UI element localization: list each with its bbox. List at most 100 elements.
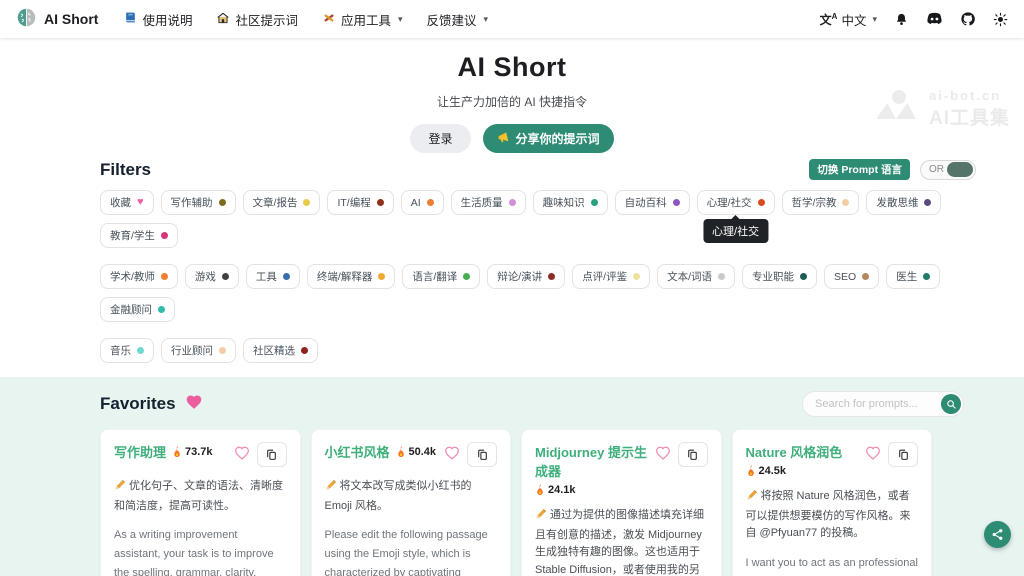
favorite-heart-button[interactable] bbox=[655, 444, 671, 465]
filter-pill[interactable]: 终端/解释器 bbox=[307, 264, 395, 289]
card-description: 将文本改写成类似小红书的 Emoji 风格。 bbox=[325, 478, 498, 515]
nav-item-label: 反馈建议 bbox=[427, 10, 477, 29]
category-color-dot bbox=[378, 273, 385, 280]
card-count: 24.1k bbox=[548, 484, 576, 496]
navbar: AI Short 使用说明 社区提示词 应用工具 ▾ 反馈建议 ▾ bbox=[0, 0, 1024, 38]
nav-item-community[interactable]: 社区提示词 bbox=[216, 10, 298, 29]
brand-name: AI Short bbox=[44, 11, 98, 27]
card-prompt-text: Please edit the following passage using … bbox=[325, 526, 498, 576]
translate-icon: 文A bbox=[820, 11, 838, 28]
category-color-dot bbox=[303, 199, 310, 206]
card-title[interactable]: Nature 风格润色 bbox=[746, 442, 843, 461]
card-title[interactable]: 小红书风格 bbox=[325, 442, 390, 461]
filter-pill[interactable]: 教育/学生 bbox=[100, 223, 178, 248]
nav-item-label: 使用说明 bbox=[142, 10, 192, 29]
filter-pill[interactable]: 行业顾问 bbox=[161, 338, 236, 363]
language-selector[interactable]: 文A 中文 ▾ bbox=[820, 10, 877, 29]
filters-heading: Filters bbox=[100, 160, 151, 180]
prompt-card[interactable]: 写作助理 73.7k 优化句子、文章的语法、清晰度和简洁度，提高可读性。 bbox=[100, 429, 301, 576]
card-prompt-text: As a writing improvement assistant, your… bbox=[114, 526, 287, 576]
filter-pill-label: 专业职能 bbox=[752, 269, 794, 284]
filter-pill[interactable]: 工具 bbox=[246, 264, 300, 289]
nav-item-tools[interactable]: 应用工具 ▾ bbox=[322, 10, 403, 29]
filter-pill[interactable]: 语言/翻译 bbox=[402, 264, 480, 289]
category-color-dot bbox=[842, 199, 849, 206]
copy-icon bbox=[476, 448, 489, 461]
copy-button[interactable] bbox=[467, 442, 497, 467]
discord-icon[interactable] bbox=[926, 12, 943, 26]
filter-pill[interactable]: 金融顾问 bbox=[100, 297, 175, 322]
prompt-card[interactable]: Midjourney 提示生成器 24.1k 通过为提供的图像描述填充详细且有创… bbox=[521, 429, 722, 576]
copy-button[interactable] bbox=[678, 442, 708, 467]
theme-sun-icon[interactable] bbox=[993, 12, 1008, 27]
filter-pill[interactable]: 写作辅助 bbox=[161, 190, 236, 215]
filter-pill-label: 收藏 bbox=[110, 195, 131, 210]
filter-pill-label: 教育/学生 bbox=[110, 228, 155, 243]
filter-pill-label: 医生 bbox=[896, 269, 917, 284]
login-button[interactable]: 登录 bbox=[410, 124, 470, 153]
filter-pill[interactable]: 发散思维 bbox=[866, 190, 941, 215]
filter-pill-label: 金融顾问 bbox=[110, 302, 152, 317]
filter-pill[interactable]: 收藏 ♥ bbox=[100, 190, 154, 215]
category-color-dot bbox=[427, 199, 434, 206]
filter-pill[interactable]: 社区精选 bbox=[243, 338, 318, 363]
filter-pill[interactable]: 专业职能 bbox=[742, 264, 817, 289]
chevron-down-icon: ▾ bbox=[484, 14, 489, 25]
filter-pill[interactable]: 生活质量 bbox=[451, 190, 526, 215]
card-title[interactable]: 写作助理 bbox=[114, 442, 166, 461]
copy-icon bbox=[265, 448, 278, 461]
filter-pill[interactable]: AI bbox=[401, 190, 444, 215]
filter-pill[interactable]: 学术/教师 bbox=[100, 264, 178, 289]
category-color-dot bbox=[463, 273, 470, 280]
filter-pill[interactable]: 点评/评鉴 bbox=[572, 264, 650, 289]
favorites-heading-text: Favorites bbox=[100, 394, 176, 414]
copy-button[interactable] bbox=[888, 442, 918, 467]
category-color-dot bbox=[718, 273, 725, 280]
filter-pill-label: 写作辅助 bbox=[171, 195, 213, 210]
filter-pill[interactable]: 辩论/演讲 bbox=[487, 264, 565, 289]
prompt-card[interactable]: Nature 风格润色 24.5k 将按照 Nature 风格润色，或者可以提供… bbox=[732, 429, 933, 576]
filter-pill[interactable]: IT/编程 bbox=[327, 190, 393, 215]
filters-section: Filters 切换 Prompt 语言 OR 收藏 ♥ 写作辅助 文章/报告IT/编… bbox=[100, 159, 976, 363]
chevron-down-icon: ▾ bbox=[398, 14, 403, 25]
filter-pill-label: 趣味知识 bbox=[543, 195, 585, 210]
prompt-card-grid: 写作助理 73.7k 优化句子、文章的语法、清晰度和简洁度，提高可读性。 bbox=[100, 429, 932, 576]
floating-share-button[interactable] bbox=[984, 521, 1011, 548]
chevron-down-icon: ▾ bbox=[872, 14, 877, 25]
copy-button[interactable] bbox=[257, 442, 287, 467]
or-logic-toggle[interactable]: OR bbox=[920, 160, 976, 180]
nav-item-feedback[interactable]: 反馈建议 ▾ bbox=[427, 10, 489, 29]
filter-pill[interactable]: 趣味知识 bbox=[533, 190, 608, 215]
search-input[interactable] bbox=[802, 391, 964, 417]
filter-pill[interactable]: 音乐 bbox=[100, 338, 154, 363]
filter-pill[interactable]: 心理/社交心理/社交 bbox=[697, 190, 775, 215]
nav-item-docs[interactable]: 使用说明 bbox=[124, 10, 192, 29]
prompt-card[interactable]: 小红书风格 50.4k 将文本改写成类似小红书的 Emoji 风格。 Pl bbox=[311, 429, 512, 576]
favorite-heart-button[interactable] bbox=[444, 444, 460, 465]
toggle-prompt-language-button[interactable]: 切换 Prompt 语言 bbox=[809, 159, 910, 180]
filter-pill[interactable]: 游戏 bbox=[185, 264, 239, 289]
filter-pill[interactable]: 自动百科 bbox=[615, 190, 690, 215]
search-button[interactable] bbox=[941, 394, 961, 414]
favorite-heart-button[interactable] bbox=[865, 444, 881, 465]
favorite-heart-button[interactable] bbox=[234, 444, 250, 465]
favorites-section: Favorites 写作助理 73.7k bbox=[0, 377, 1024, 576]
filter-pill[interactable]: SEO bbox=[824, 264, 879, 289]
card-title[interactable]: Midjourney 提示生成器 bbox=[535, 442, 649, 480]
card-count: 24.5k bbox=[759, 465, 787, 477]
filter-pill[interactable]: 文本/词语 bbox=[657, 264, 735, 289]
filter-pill[interactable]: 文章/报告 bbox=[243, 190, 321, 215]
filter-tooltip: 心理/社交 bbox=[703, 219, 768, 243]
notification-bell-icon[interactable] bbox=[894, 12, 909, 27]
filter-pill-label: 行业顾问 bbox=[171, 343, 213, 358]
filter-pill[interactable]: 医生 bbox=[886, 264, 940, 289]
category-color-dot bbox=[161, 232, 168, 239]
github-icon[interactable] bbox=[960, 11, 976, 27]
brand-logo[interactable]: AI Short bbox=[16, 7, 98, 31]
filter-pill-label: 文本/词语 bbox=[667, 269, 712, 284]
share-prompt-button[interactable]: 分享你的提示词 bbox=[483, 124, 614, 153]
heart-icon: ♥ bbox=[137, 197, 144, 208]
filter-pill[interactable]: 哲学/宗教 bbox=[782, 190, 860, 215]
share-nodes-icon bbox=[991, 528, 1004, 541]
megaphone-icon bbox=[497, 131, 510, 147]
